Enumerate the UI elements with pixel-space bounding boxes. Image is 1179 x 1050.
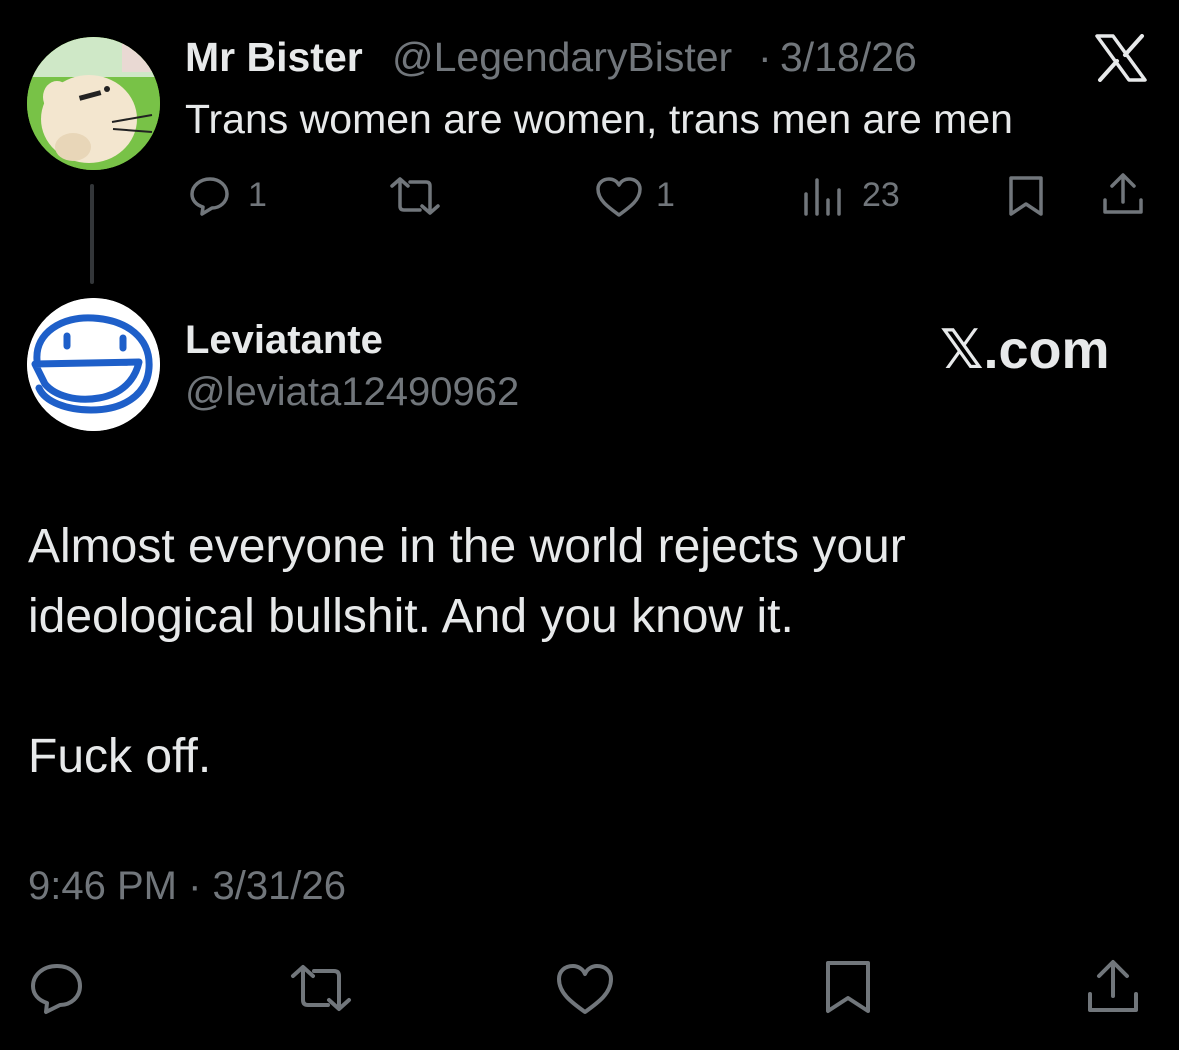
share-icon[interactable]	[1100, 172, 1146, 218]
reply-count: 1	[248, 176, 267, 214]
views-icon[interactable]	[800, 174, 844, 218]
reply-handle[interactable]: @leviata12490962	[185, 370, 519, 415]
reply-icon[interactable]	[28, 960, 86, 1016]
parent-date[interactable]: 3/18/26	[780, 34, 917, 81]
view-count: 23	[862, 176, 900, 214]
reply-display-name[interactable]: Leviatante	[185, 318, 383, 363]
like-count: 1	[656, 176, 675, 214]
parent-tweet-text: Trans women are women, trans men are men	[185, 96, 1013, 142]
reply-tweet-body: Almost everyone in the world rejects you…	[28, 512, 1148, 792]
parent-avatar[interactable]	[27, 37, 160, 170]
separator-dot: ·	[758, 34, 772, 80]
thread-connector-line	[90, 184, 94, 284]
reply-text-paragraph-1: Almost everyone in the world rejects you…	[28, 520, 906, 643]
reply-timestamp[interactable]: 9:46 PM · 3/31/26	[28, 864, 346, 909]
retweet-icon[interactable]	[388, 176, 442, 216]
share-icon[interactable]	[1084, 958, 1142, 1016]
x-logo-icon	[1095, 34, 1147, 82]
reply-icon[interactable]	[188, 174, 232, 218]
retweet-icon[interactable]	[288, 962, 354, 1014]
parent-display-name[interactable]: Mr Bister	[185, 34, 363, 81]
bookmark-icon[interactable]	[822, 958, 874, 1016]
reply-text-paragraph-2: Fuck off.	[28, 730, 212, 783]
heart-icon[interactable]	[594, 176, 644, 218]
x-com-watermark: 𝕏.com	[940, 320, 1110, 380]
reply-avatar[interactable]	[27, 298, 160, 431]
heart-icon[interactable]	[554, 962, 616, 1016]
parent-handle[interactable]: @LegendaryBister	[392, 34, 732, 81]
bookmark-icon[interactable]	[1006, 174, 1046, 218]
